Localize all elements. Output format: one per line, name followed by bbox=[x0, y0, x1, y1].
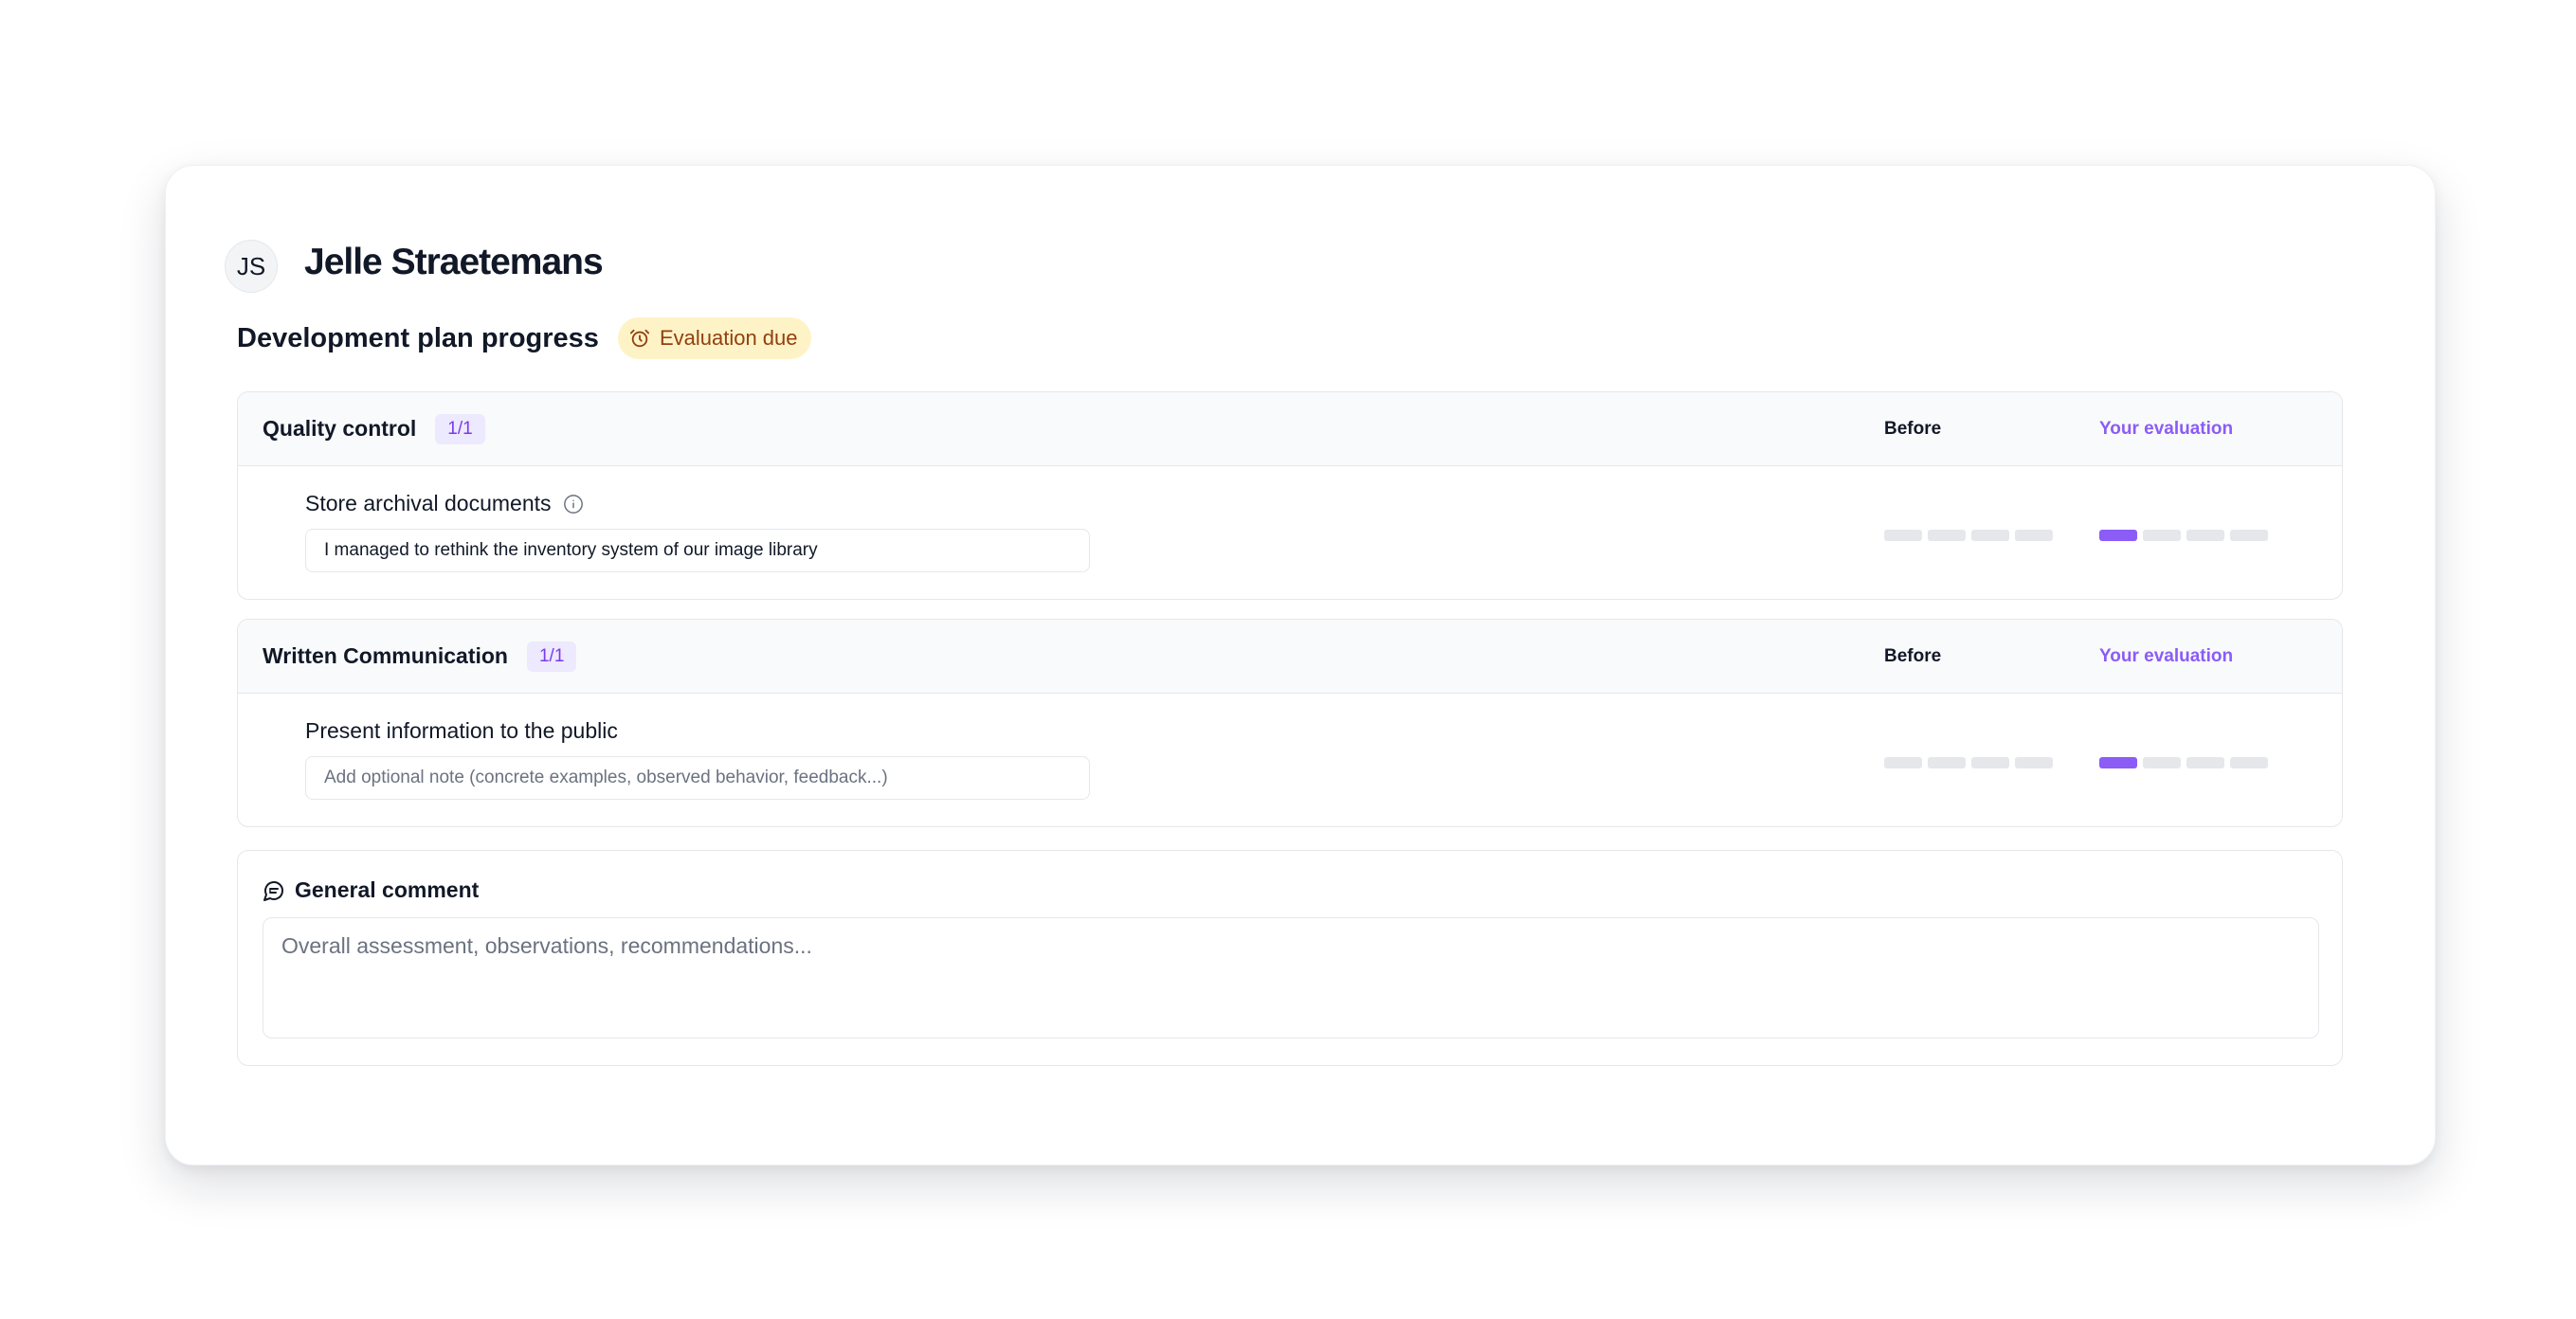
status-badge: Evaluation due bbox=[617, 317, 811, 359]
section-header: Quality control 1/1 Before Your evaluati… bbox=[238, 392, 2342, 466]
evaluation-scale-segment[interactable] bbox=[2143, 757, 2181, 768]
before-scale-segment bbox=[1971, 530, 2009, 541]
general-comment-section: General comment bbox=[237, 850, 2343, 1066]
skill-name: Store archival documents bbox=[305, 491, 552, 515]
column-header-evaluation: Your evaluation bbox=[2099, 419, 2234, 439]
evaluation-card: JS Jelle Straetemans Development plan pr… bbox=[165, 165, 2436, 1165]
evaluation-scale bbox=[2099, 530, 2268, 541]
general-comment-label: General comment bbox=[295, 877, 480, 902]
person-header: JS Jelle Straetemans bbox=[225, 232, 604, 293]
alarm-clock-icon bbox=[629, 329, 650, 348]
evaluation-scale-segment[interactable] bbox=[2099, 757, 2137, 768]
before-scale bbox=[1884, 757, 2053, 768]
evaluation-scale-segment[interactable] bbox=[2099, 530, 2137, 541]
before-scale-segment bbox=[1928, 757, 1966, 768]
evaluation-scale-segment[interactable] bbox=[2186, 530, 2224, 541]
before-scale-segment bbox=[1971, 757, 2009, 768]
competency-section: Quality control 1/1 Before Your evaluati… bbox=[237, 391, 2343, 600]
skill-row: Store archival documents bbox=[238, 466, 2342, 599]
before-scale-segment bbox=[1884, 757, 1922, 768]
skill-row: Present information to the public bbox=[238, 694, 2342, 826]
evaluation-scale-segment[interactable] bbox=[2230, 757, 2268, 768]
before-scale-segment bbox=[1884, 530, 1922, 541]
avatar: JS bbox=[225, 240, 278, 293]
info-icon[interactable] bbox=[563, 494, 584, 515]
count-badge: 1/1 bbox=[526, 641, 577, 672]
column-header-evaluation: Your evaluation bbox=[2099, 646, 2234, 666]
before-scale-segment bbox=[2015, 757, 2053, 768]
section-header: Written Communication 1/1 Before Your ev… bbox=[238, 620, 2342, 694]
section-title: Quality control bbox=[263, 416, 417, 441]
before-scale-segment bbox=[1928, 530, 1966, 541]
skill-name: Present information to the public bbox=[305, 718, 618, 743]
note-input[interactable] bbox=[305, 529, 1090, 572]
evaluation-scale-segment[interactable] bbox=[2143, 530, 2181, 541]
evaluation-scale bbox=[2099, 757, 2268, 768]
column-header-before: Before bbox=[1884, 419, 1942, 439]
evaluation-scale-segment[interactable] bbox=[2230, 530, 2268, 541]
skill-name-line: Present information to the public bbox=[305, 718, 618, 744]
before-scale bbox=[1884, 530, 2053, 541]
skill-name-line: Store archival documents bbox=[305, 491, 584, 516]
competency-section: Written Communication 1/1 Before Your ev… bbox=[237, 619, 2343, 827]
status-badge-label: Evaluation due bbox=[659, 326, 798, 350]
before-scale-segment bbox=[2015, 530, 2053, 541]
person-name: Jelle Straetemans bbox=[304, 242, 604, 282]
general-comment-textarea[interactable] bbox=[263, 917, 2319, 1039]
message-circle-icon bbox=[263, 880, 283, 901]
plan-title: Development plan progress bbox=[237, 322, 599, 353]
evaluation-scale-segment[interactable] bbox=[2186, 757, 2224, 768]
count-badge: 1/1 bbox=[435, 413, 485, 444]
column-header-before: Before bbox=[1884, 646, 1942, 666]
note-input[interactable] bbox=[305, 756, 1090, 800]
plan-header: Development plan progress Evaluation due bbox=[237, 317, 811, 359]
general-comment-header: General comment bbox=[263, 877, 479, 903]
section-title: Written Communication bbox=[263, 643, 508, 668]
